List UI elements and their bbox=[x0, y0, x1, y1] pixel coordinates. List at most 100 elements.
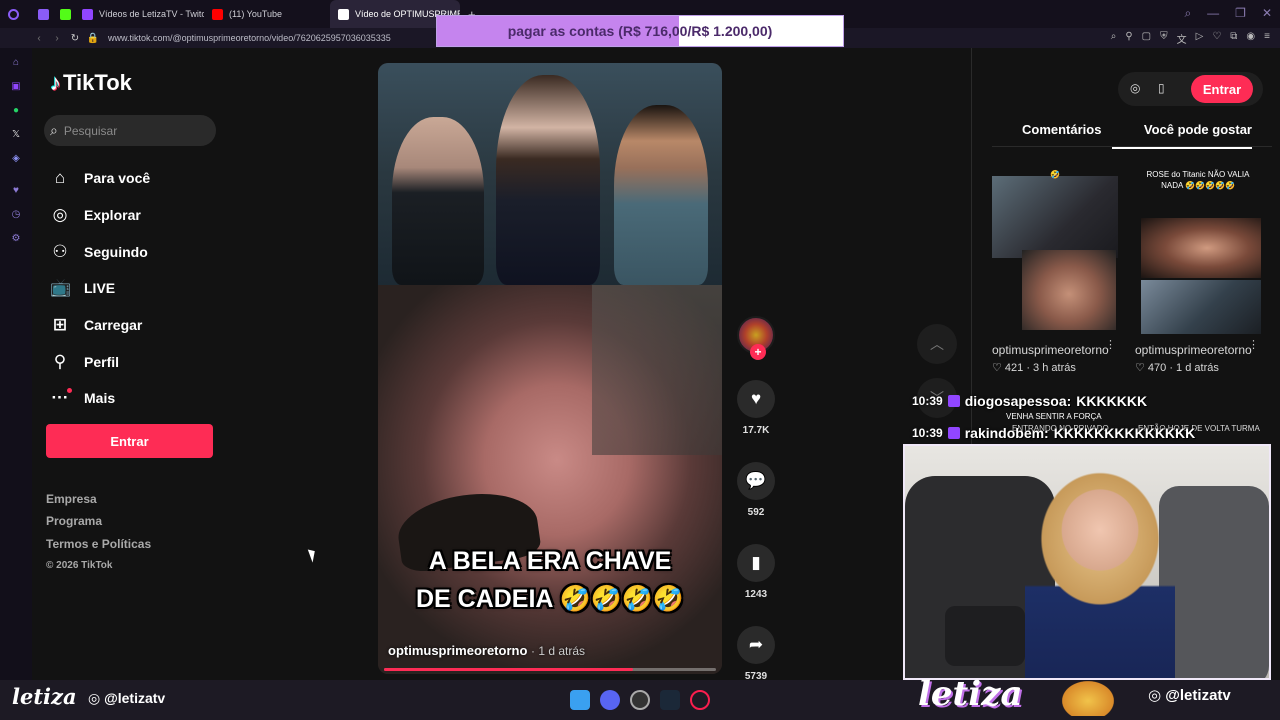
save-button[interactable]: ▮ bbox=[737, 544, 775, 582]
menu-item-mais[interactable]: ··· Mais bbox=[50, 380, 150, 417]
history-icon[interactable]: ◷ bbox=[9, 208, 23, 222]
card-author[interactable]: optimusprimeoretorno bbox=[1135, 343, 1261, 357]
tiktok-note-icon: ♪ bbox=[50, 70, 61, 95]
suggested-video-card[interactable]: ROSE do Titanic NÃO VALIA NADA 🤣🤣🤣🤣🤣 ⋮ o… bbox=[1135, 166, 1261, 374]
footer-link-termos[interactable]: Termos e Políticas bbox=[46, 537, 151, 559]
tiktok-logo[interactable]: ♪ TikTok bbox=[50, 70, 132, 96]
settings-icon[interactable]: ⚙ bbox=[9, 232, 23, 246]
tiktok-page: ♪ TikTok ⌕ Pesquisar ⌂ Para você ◎ Explora… bbox=[32, 48, 971, 720]
pin-icon[interactable]: ⚲ bbox=[1125, 31, 1132, 46]
translate-icon[interactable]: 文 bbox=[1177, 31, 1187, 46]
mouse-cursor-icon bbox=[307, 547, 319, 563]
video-player[interactable]: A BELA ERA CHAVE DE CADEIA 🤣🤣🤣🤣 optimusp… bbox=[378, 63, 722, 674]
maximize-icon[interactable]: ❐ bbox=[1235, 6, 1246, 21]
comment-icon: 💬 bbox=[745, 471, 767, 490]
like-button[interactable]: ♥ bbox=[737, 380, 775, 418]
reload-icon[interactable]: ↻ bbox=[66, 33, 84, 44]
play-icon[interactable]: ▷ bbox=[1196, 31, 1204, 46]
heart-icon[interactable]: ♥ bbox=[9, 184, 23, 198]
footer-links: Empresa Programa Termos e Políticas © 20… bbox=[46, 492, 151, 571]
opera-gx-icon[interactable] bbox=[690, 690, 710, 710]
thumbnail-image bbox=[1022, 250, 1116, 330]
donation-goal-text: pagar as contas (R$ 716,00/R$ 1.200,00) bbox=[507, 23, 773, 39]
x-icon[interactable]: 𝕏 bbox=[9, 128, 23, 142]
twitch-icon[interactable]: ▣ bbox=[9, 80, 23, 94]
share-button[interactable]: ➦ bbox=[737, 626, 775, 664]
tab-pinned-2[interactable] bbox=[52, 0, 74, 28]
instagram-icon: ◎ bbox=[1148, 687, 1162, 704]
discord-icon[interactable]: ◈ bbox=[9, 152, 23, 166]
menu-item-para-voce[interactable]: ⌂ Para você bbox=[50, 160, 150, 197]
menu-item-perfil[interactable]: ⚲ Perfil bbox=[50, 343, 150, 380]
chat-message: 10:39 diogosapessoa: KKKKKKK bbox=[912, 390, 1280, 412]
menu-item-seguindo[interactable]: ⚇ Seguindo bbox=[50, 233, 150, 270]
author-name[interactable]: optimusprimeoretorno bbox=[388, 643, 527, 658]
tab-pinned-1[interactable] bbox=[30, 0, 52, 28]
more-icon: ··· bbox=[51, 388, 72, 408]
footer-link-empresa[interactable]: Empresa bbox=[46, 492, 151, 514]
heart-icon[interactable]: ♡ bbox=[1212, 31, 1221, 46]
tab-twitch-videos[interactable]: Vídeos de LetizaTV - Twitc bbox=[74, 0, 204, 28]
poster-figure bbox=[614, 105, 708, 285]
background-building bbox=[592, 285, 722, 455]
menu-item-live[interactable]: 📺 LIVE bbox=[50, 270, 150, 307]
search-box[interactable]: ⌕ Pesquisar bbox=[44, 115, 216, 146]
search-icon[interactable]: ⌕ bbox=[1184, 6, 1191, 21]
menu-item-carregar[interactable]: ⊞ Carregar bbox=[50, 307, 150, 344]
video-author[interactable]: optimusprimeoretorno · 1 d atrás bbox=[388, 643, 585, 658]
more-options-icon[interactable]: ⋮ bbox=[1248, 338, 1259, 351]
thumbnail-image bbox=[992, 176, 1118, 258]
search-input[interactable]: Pesquisar bbox=[64, 124, 117, 138]
minimize-icon[interactable]: — bbox=[1207, 6, 1219, 21]
streamer-figure bbox=[1025, 464, 1175, 678]
tab-comentarios[interactable]: Comentários bbox=[992, 122, 1112, 149]
footer-link-programa[interactable]: Programa bbox=[46, 514, 151, 536]
url-field[interactable]: www.tiktok.com/@optimusprimeoretorno/vid… bbox=[108, 33, 391, 43]
tab-label: Vídeos de LetizaTV - Twitc bbox=[99, 9, 204, 19]
login-button[interactable]: Entrar bbox=[46, 424, 213, 458]
menu-icon[interactable]: ≡ bbox=[1264, 31, 1270, 46]
whatsapp-icon[interactable]: ● bbox=[9, 104, 23, 118]
phone-icon[interactable]: ▯ bbox=[1158, 81, 1165, 95]
live-icon: 📺 bbox=[50, 278, 72, 298]
menu-item-label: Perfil bbox=[84, 353, 120, 370]
card-thumbnail[interactable]: ROSE do Titanic NÃO VALIA NADA 🤣🤣🤣🤣🤣 bbox=[1135, 166, 1261, 334]
windows-start-icon[interactable] bbox=[570, 690, 590, 710]
close-icon[interactable]: ✕ bbox=[1262, 6, 1272, 21]
shield-icon[interactable]: ⛨ bbox=[1160, 31, 1168, 46]
back-icon[interactable]: ‹ bbox=[30, 33, 48, 44]
bookmark-icon[interactable]: ▢ bbox=[1142, 31, 1151, 46]
tab-voce-pode-gostar[interactable]: Você pode gostar bbox=[1112, 122, 1252, 149]
thumbnail-image bbox=[1141, 218, 1261, 278]
chat-time: 10:39 bbox=[912, 394, 943, 408]
comment-button[interactable]: 💬 bbox=[737, 462, 775, 500]
more-options-icon[interactable]: ⋮ bbox=[1105, 338, 1116, 351]
heart-icon: ♥ bbox=[750, 389, 762, 408]
discord-icon[interactable] bbox=[600, 690, 620, 710]
steam-icon[interactable] bbox=[660, 690, 680, 710]
card-thumbnail[interactable]: 🤣 bbox=[992, 166, 1118, 334]
previous-video-button[interactable]: ︿ bbox=[917, 324, 957, 364]
forward-icon[interactable]: › bbox=[48, 33, 66, 44]
obs-icon[interactable] bbox=[630, 690, 650, 710]
login-button-top[interactable]: Entrar bbox=[1191, 75, 1253, 103]
chat-user: rakindobem: bbox=[964, 425, 1049, 441]
menu-item-label: Carregar bbox=[84, 317, 143, 334]
compass-icon[interactable]: ◎ bbox=[1130, 81, 1140, 95]
microphone bbox=[945, 606, 1025, 666]
gamepad-icon[interactable]: ⌂ bbox=[9, 56, 23, 70]
browser-menu-icon[interactable] bbox=[0, 0, 30, 28]
creator-avatar[interactable]: + bbox=[737, 316, 775, 360]
video-progress-bar[interactable] bbox=[384, 668, 716, 671]
extensions-icon[interactable]: ⧉ bbox=[1230, 31, 1237, 46]
zoom-icon[interactable]: ⌕ bbox=[1111, 31, 1117, 46]
tab-youtube[interactable]: (11) YouTube bbox=[204, 0, 330, 28]
bookmark-icon: ▮ bbox=[751, 553, 761, 572]
comment-action: 💬 592 bbox=[737, 462, 775, 518]
follow-plus-icon[interactable]: + bbox=[750, 344, 766, 360]
menu-item-explorar[interactable]: ◎ Explorar bbox=[50, 197, 150, 234]
suggested-video-card[interactable]: 🤣 ⋮ optimusprimeoretorno ♡ 421 · 3 h atr… bbox=[992, 166, 1118, 374]
profile-avatar-icon[interactable]: ◉ bbox=[1246, 31, 1255, 46]
card-author[interactable]: optimusprimeoretorno bbox=[992, 343, 1118, 357]
menu-item-label: LIVE bbox=[84, 280, 116, 297]
